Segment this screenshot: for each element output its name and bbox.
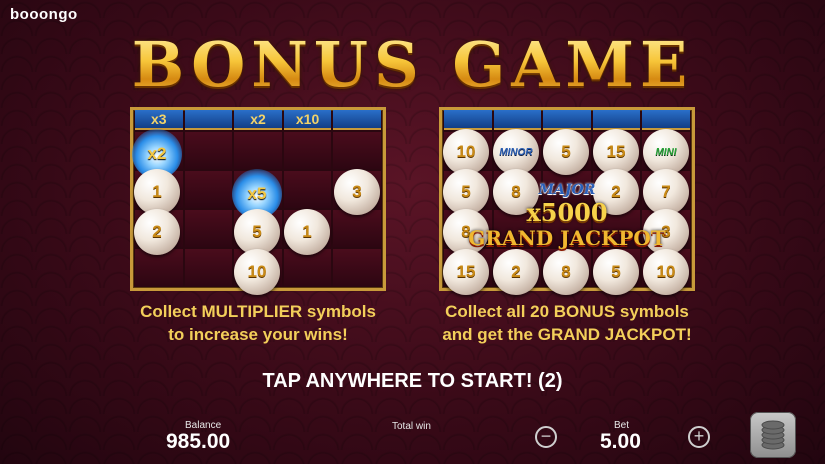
multiplier-header-row: x3 x2 x10 xyxy=(133,110,383,130)
pearl-symbol: 10 xyxy=(234,249,280,295)
increase-bet-button[interactable]: + xyxy=(688,426,710,448)
minus-icon: − xyxy=(540,426,552,446)
plus-icon: + xyxy=(693,426,705,446)
brand-logo: booongo xyxy=(10,6,78,23)
multiplier-panel: x3 x2 x10 x2 x5 1 2 5 1 3 10 xyxy=(130,107,386,295)
pearl-symbol: 2 xyxy=(493,249,539,295)
header-cell xyxy=(184,110,233,130)
pearl-symbol: 10 xyxy=(643,249,689,295)
tap-to-start-prompt[interactable]: TAP ANYWHERE TO START! (2) xyxy=(0,370,825,393)
bet-value: 5.00 xyxy=(600,430,641,453)
jackpot-multiplier: x5000 xyxy=(526,198,608,227)
header-cell: x2 xyxy=(234,110,282,130)
balance-value: 985.00 xyxy=(166,430,231,453)
header-cell: x10 xyxy=(283,110,332,130)
pearl-symbol: 1 xyxy=(284,209,330,255)
pearl-symbol: 5 xyxy=(543,129,589,175)
coin-stack-button[interactable] xyxy=(750,412,796,458)
header-cell: x3 xyxy=(135,110,183,130)
pearl-symbol: 5 xyxy=(593,249,639,295)
jackpot-panel: 10 MINOR 5 15 MINI 5 8 2 7 8 3 15 2 8 5 … xyxy=(439,107,695,295)
header-cell xyxy=(333,110,381,130)
pearl-symbol: 2 xyxy=(134,209,180,255)
pearl-symbol: 3 xyxy=(334,169,380,215)
jackpot-caption: Collect all 20 BONUS symbols and get the… xyxy=(442,302,692,344)
bonus-game-title: BONUS GAME xyxy=(0,28,825,101)
pearl-symbol: 8 xyxy=(543,249,589,295)
decrease-bet-button[interactable]: − xyxy=(535,426,557,448)
pearl-symbol: 15 xyxy=(443,249,489,295)
major-jackpot-label: MAJOR xyxy=(538,182,596,198)
jackpot-header-row xyxy=(442,110,692,130)
total-win-label: Total win xyxy=(392,421,431,432)
multiplier-caption: Collect MULTIPLIER symbols to increase y… xyxy=(140,302,376,344)
grand-jackpot-label: GRAND JACKPOT xyxy=(468,226,666,250)
coin-stack-icon xyxy=(761,420,785,450)
